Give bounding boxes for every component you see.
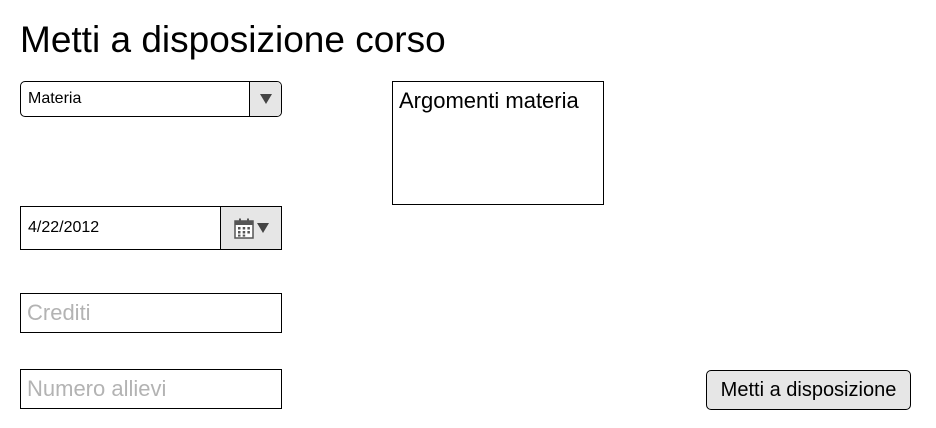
chevron-down-icon xyxy=(259,94,272,104)
materia-select[interactable]: Materia xyxy=(20,81,282,117)
crediti-input[interactable]: Crediti xyxy=(20,293,282,333)
numero-allievi-placeholder: Numero allievi xyxy=(27,376,167,401)
dropdown-button[interactable] xyxy=(249,82,281,116)
numero-allievi-input[interactable]: Numero allievi xyxy=(20,369,282,409)
date-value: 4/22/2012 xyxy=(28,219,100,236)
materia-select-value: Materia xyxy=(28,90,82,107)
argomenti-materia-textarea[interactable]: Argomenti materia xyxy=(392,81,604,205)
page-title: Metti a disposizione corso xyxy=(20,19,446,60)
date-picker-button[interactable] xyxy=(220,207,281,249)
chevron-down-icon xyxy=(256,223,269,233)
calendar-icon xyxy=(233,218,254,239)
page: Metti a disposizione corso Materia Argom… xyxy=(0,0,936,428)
crediti-placeholder: Crediti xyxy=(27,300,91,325)
date-picker[interactable]: 4/22/2012 xyxy=(20,206,282,250)
metti-a-disposizione-button[interactable]: Metti a disposizione xyxy=(706,370,911,410)
